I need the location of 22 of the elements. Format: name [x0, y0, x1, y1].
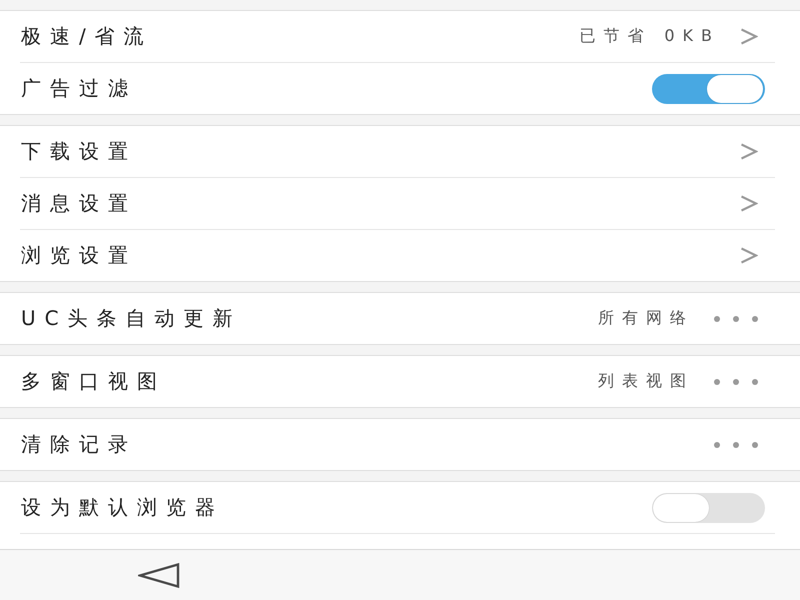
setting-value: 列表视图: [598, 371, 694, 392]
setting-label[interactable]: 清除记录: [21, 431, 137, 458]
chevron-icon[interactable]: [740, 195, 758, 212]
more-icon[interactable]: [714, 316, 758, 322]
back-icon[interactable]: [138, 562, 180, 588]
setting-label[interactable]: 广告过滤: [21, 75, 137, 102]
chevron-icon[interactable]: [740, 143, 758, 160]
more-icon[interactable]: [714, 378, 758, 384]
setting-label[interactable]: 极速/省流: [21, 23, 153, 50]
setting-label[interactable]: 浏览设置: [21, 242, 137, 269]
toggle-switch[interactable]: [652, 492, 765, 522]
setting-label[interactable]: 下载设置: [21, 138, 137, 165]
setting-label[interactable]: UC头条自动更新: [21, 305, 242, 332]
setting-label[interactable]: 设为默认浏览器: [21, 494, 224, 521]
setting-value: 已节省 0KB: [579, 26, 720, 47]
setting-value: 所有网络: [598, 308, 694, 329]
chevron-icon[interactable]: [740, 247, 758, 264]
chevron-icon[interactable]: [740, 28, 758, 45]
toggle-switch[interactable]: [652, 74, 765, 104]
more-icon[interactable]: [714, 442, 758, 448]
setting-label[interactable]: 多窗口视图: [21, 368, 166, 395]
setting-label[interactable]: 消息设置: [21, 190, 137, 217]
